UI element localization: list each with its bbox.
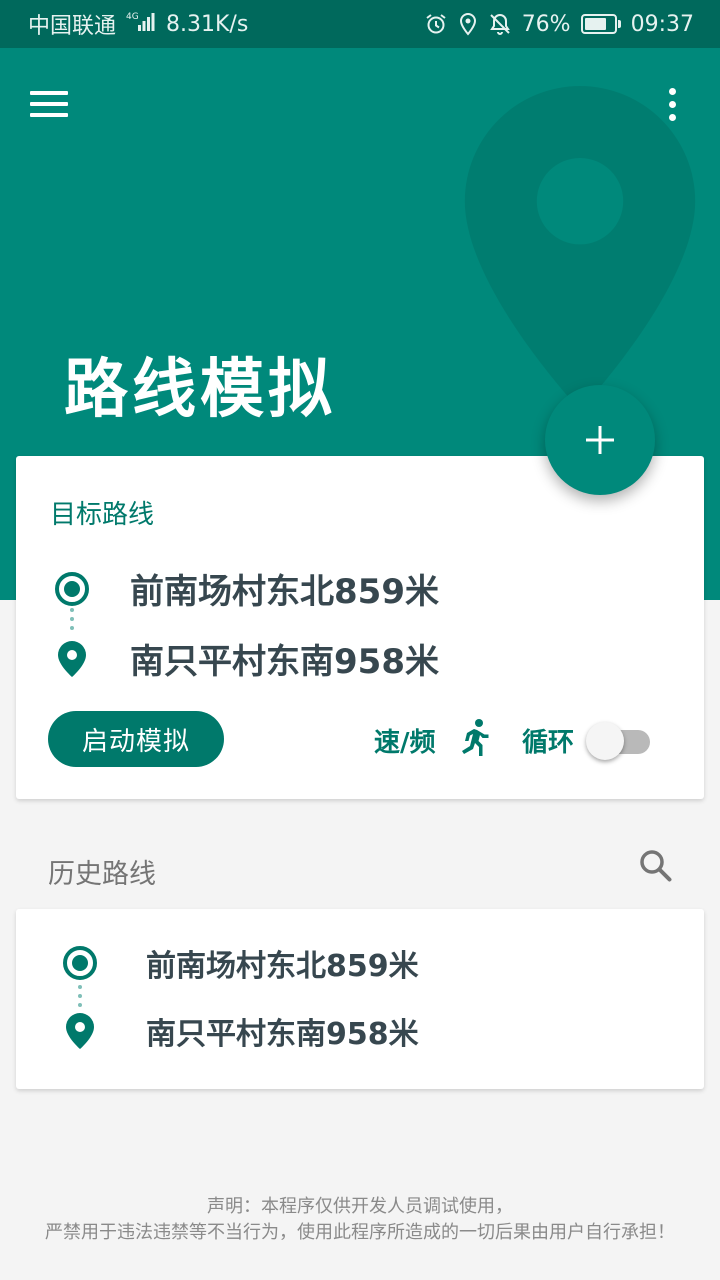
target-route-card: 目标路线 前南场村东北859米 南只平村东南958米 启动模拟 速/频 循环 — [16, 456, 704, 799]
hamburger-menu-icon — [30, 91, 68, 95]
network-speed: 8.31K/s — [166, 11, 249, 37]
status-left: 中国联通 4G 8.31K/s — [28, 8, 248, 40]
search-icon[interactable] — [638, 848, 674, 888]
route-connector — [70, 608, 74, 630]
route-start-row: 前南场村东北859米 — [52, 564, 439, 613]
add-icon — [586, 426, 614, 454]
battery-percent: 76% — [521, 11, 571, 37]
route-connector — [78, 985, 82, 1007]
status-right: 76% 09:37 — [424, 12, 694, 37]
end-point-icon — [60, 1012, 100, 1050]
start-point-icon — [60, 945, 100, 981]
history-route-item[interactable]: 前南场村东北859米 南只平村东南958米 — [16, 909, 704, 1089]
disclaimer: 声明：本程序仅供开发人员调试使用， 严禁用于违法违禁等不当行为，使用此程序所造成… — [0, 1194, 720, 1246]
history-end-text: 南只平村东南958米 — [146, 1017, 419, 1052]
run-icon[interactable] — [456, 718, 492, 762]
mute-icon — [488, 12, 512, 36]
loop-label: 循环 — [522, 728, 575, 758]
signal-icon: 4G — [126, 10, 156, 38]
location-status-icon — [458, 12, 478, 36]
network-type: 4G — [126, 12, 139, 22]
clock: 09:37 — [630, 11, 694, 37]
carrier-name: 中国联通 — [28, 14, 117, 39]
loop-toggle[interactable] — [586, 722, 652, 760]
disclaimer-line-2: 严禁用于违法违禁等不当行为，使用此程序所造成的一切后果由用户自行承担！ — [45, 1222, 675, 1243]
route-end-row: 南只平村东南958米 — [52, 634, 439, 683]
more-options-button[interactable] — [652, 82, 692, 126]
status-bar: 中国联通 4G 8.31K/s 76% 09:37 — [0, 0, 720, 48]
page-title: 路线模拟 — [64, 353, 336, 427]
speed-frequency-label[interactable]: 速/频 — [374, 722, 436, 759]
history-title: 历史路线 — [48, 859, 156, 890]
history-end-row: 南只平村东南958米 — [60, 1009, 419, 1053]
history-start-text: 前南场村东北859米 — [146, 949, 419, 984]
start-point-icon — [52, 571, 92, 607]
add-route-button[interactable] — [545, 385, 655, 495]
route-start-text: 前南场村东北859米 — [130, 572, 439, 612]
end-point-icon — [52, 640, 92, 678]
start-simulation-button[interactable]: 启动模拟 — [48, 711, 224, 767]
route-end-text: 南只平村东南958米 — [130, 642, 439, 682]
battery-icon — [580, 14, 621, 34]
target-route-label: 目标路线 — [50, 500, 155, 530]
more-vert-icon — [668, 87, 676, 95]
alarm-icon — [424, 12, 448, 36]
disclaimer-line-1: 声明：本程序仅供开发人员调试使用， — [207, 1196, 513, 1217]
history-start-row: 前南场村东北859米 — [60, 941, 419, 985]
menu-button[interactable] — [30, 78, 82, 130]
